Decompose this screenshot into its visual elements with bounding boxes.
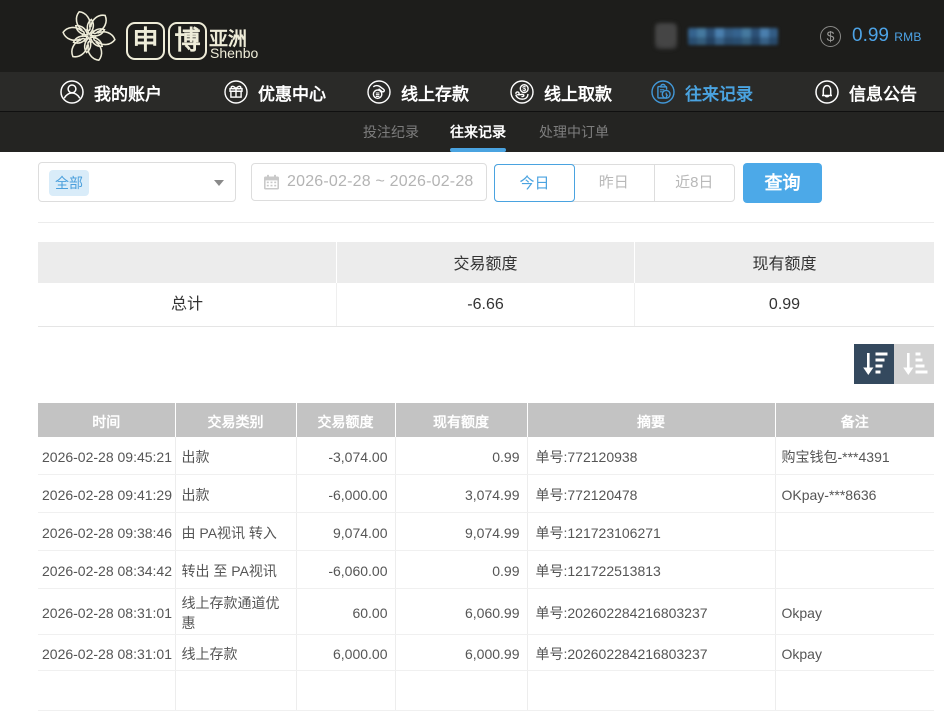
svg-text:$: $ — [522, 86, 526, 93]
